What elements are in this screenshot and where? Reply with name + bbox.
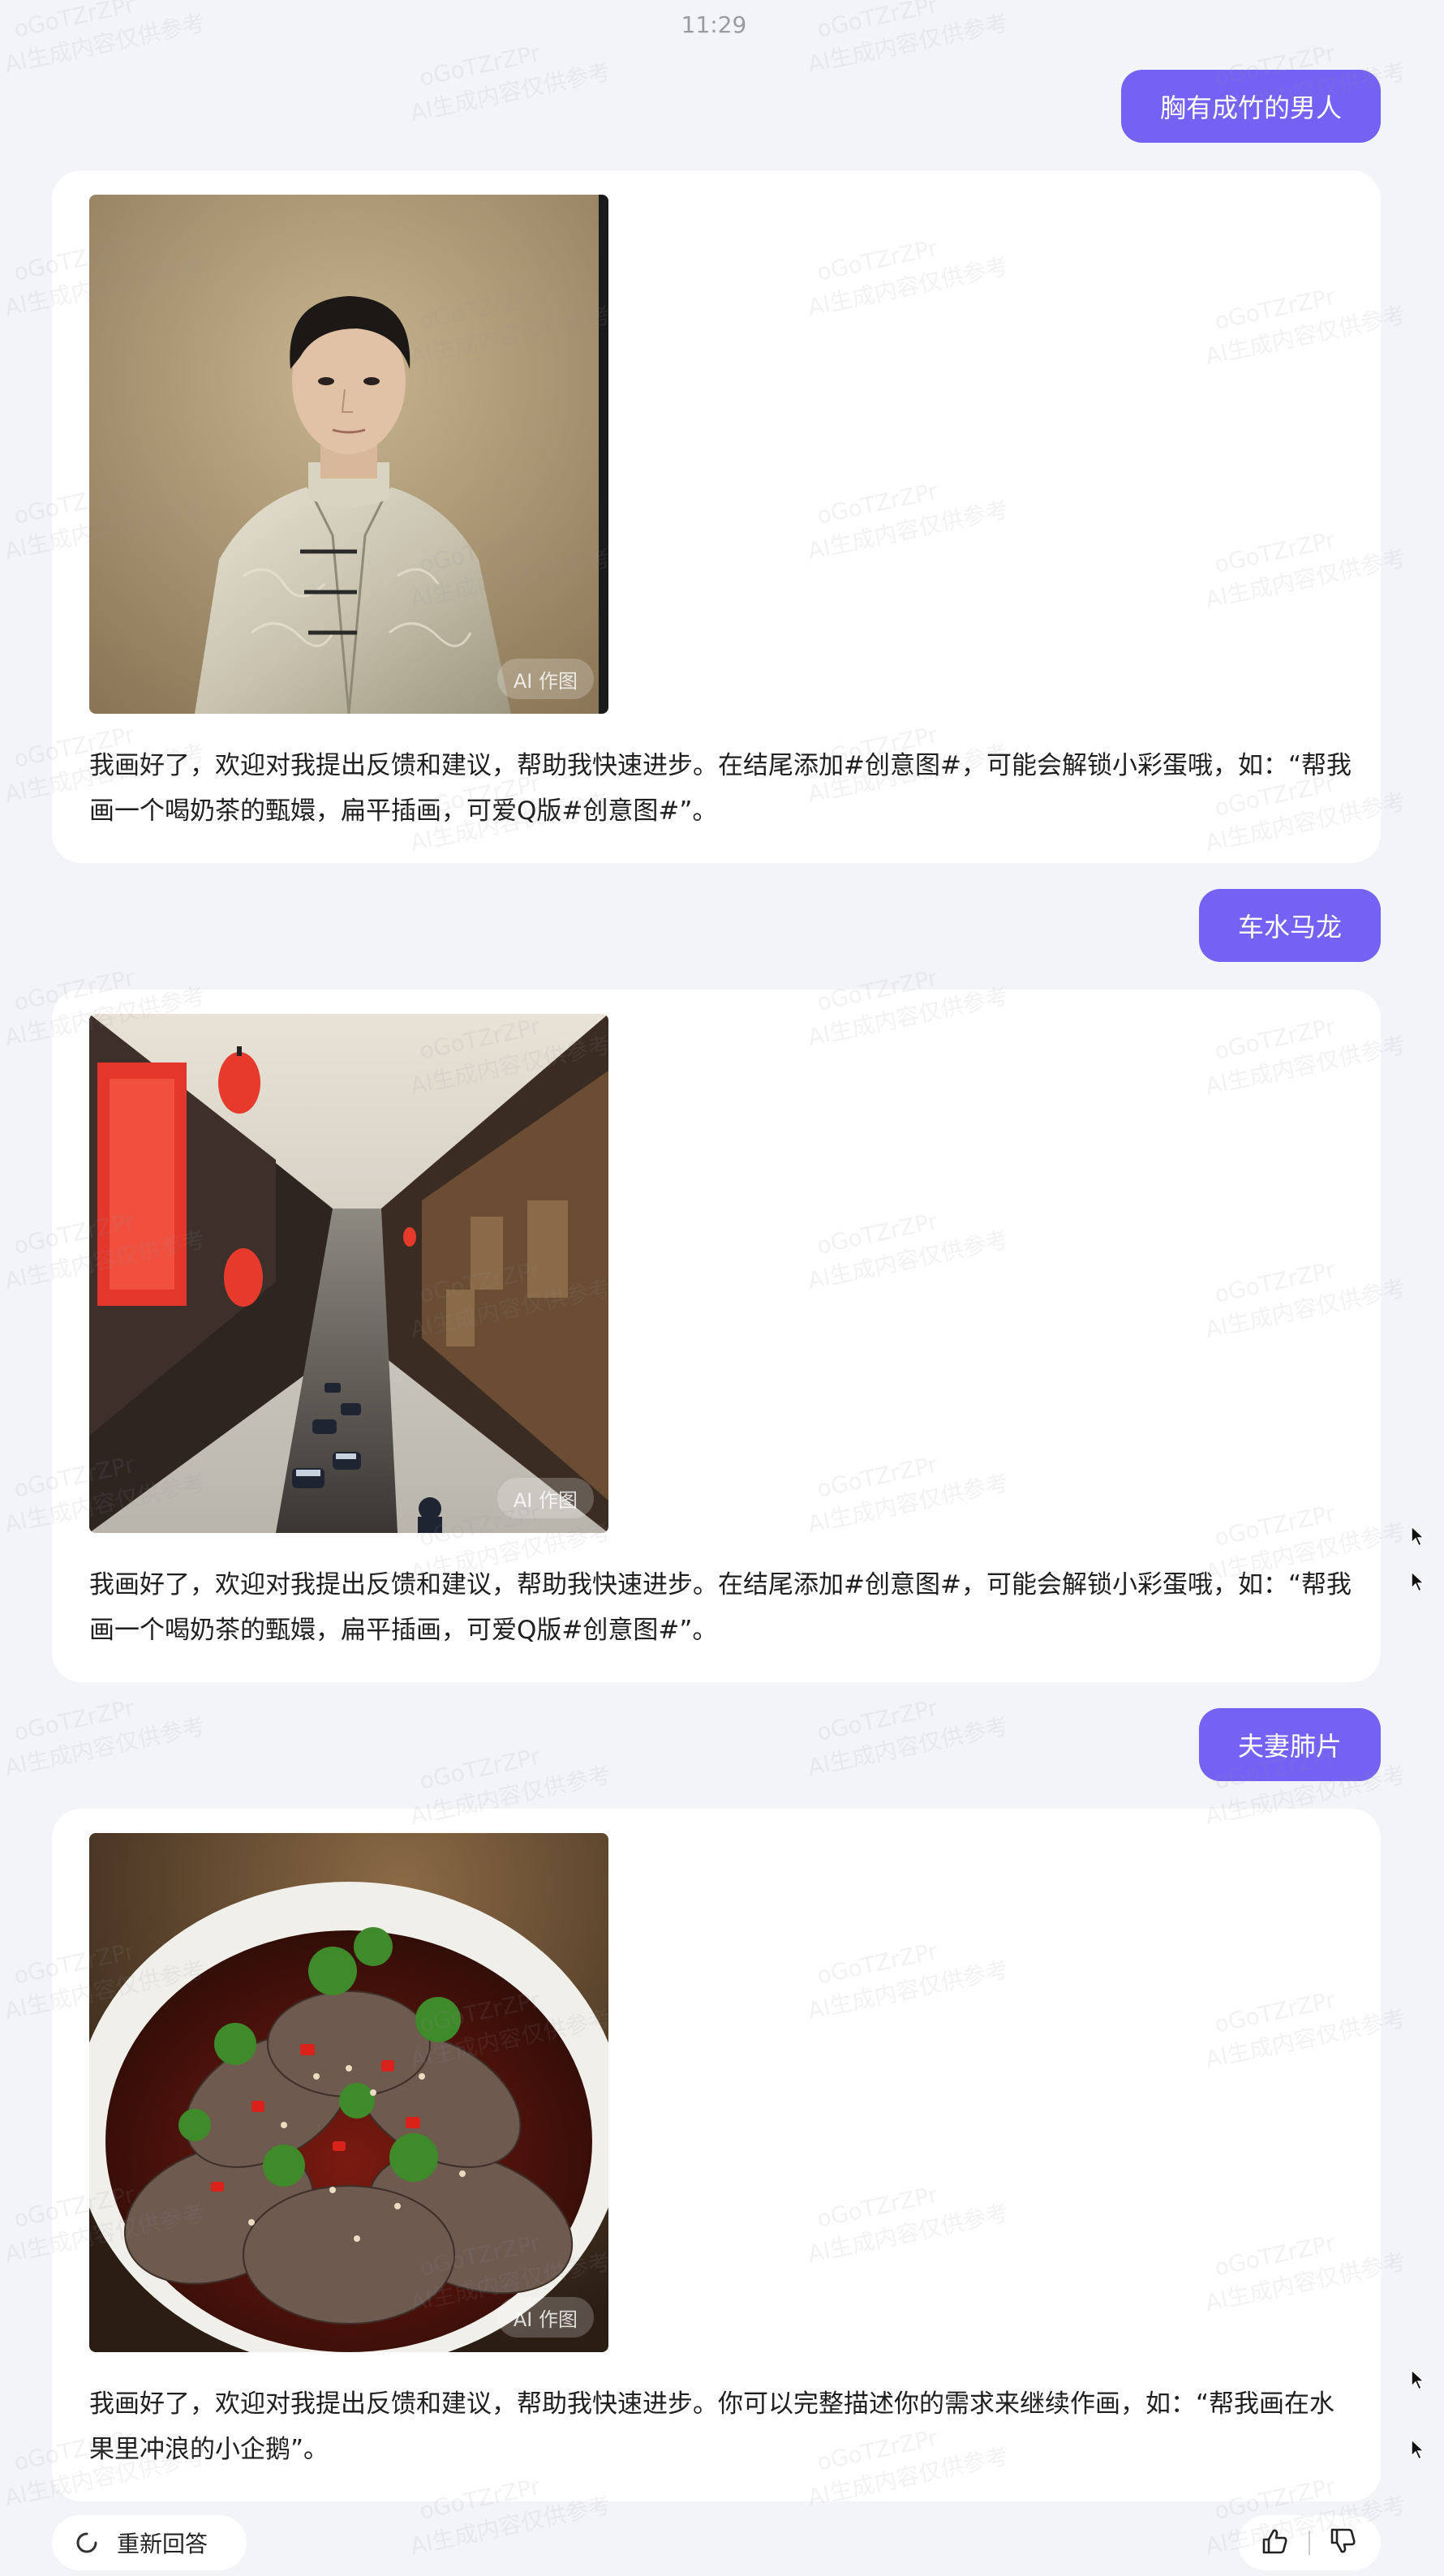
watermark-tile: oGoTZrZPrAI生成内容仅供参考 <box>806 1694 1011 1781</box>
status-time: 11:29 <box>681 11 747 38</box>
ai-generated-tag: AI 作图 <box>496 659 594 699</box>
watermark-code: oGoTZrZPr <box>11 1694 137 1746</box>
watermark-code: oGoTZrZPr <box>417 1743 543 1795</box>
user-message-bubble[interactable]: 夫妻肺片 <box>1198 1708 1381 1781</box>
watermark-tile: oGoTZrZPrAI生成内容仅供参考 <box>408 40 613 127</box>
assistant-reply-text: 我画好了，欢迎对我提出反馈和建议，帮助我快速进步。在结尾添加#创意图#，可能会解… <box>89 751 1352 826</box>
street-illustration <box>89 1014 608 1533</box>
assistant-reply-text: 我画好了，欢迎对我提出反馈和建议，帮助我快速进步。你可以完整描述你的需求来继续作… <box>89 2389 1335 2464</box>
thumbs-up-icon[interactable] <box>1261 2527 1290 2559</box>
cursor-arrow-icon <box>1411 2438 1425 2461</box>
assistant-reply-text: 我画好了，欢迎对我提出反馈和建议，帮助我快速进步。在结尾添加#创意图#，可能会解… <box>89 1570 1352 1645</box>
feedback-buttons <box>1238 2515 1381 2570</box>
generated-image[interactable]: AI 作图 <box>89 1014 608 1533</box>
assistant-response-card: AI 作图 我画好了，欢迎对我提出反馈和建议，帮助我快速进步。在结尾添加#创意图… <box>52 170 1381 863</box>
divider <box>1308 2531 1310 2555</box>
cursor-arrow-icon <box>1411 2368 1425 2391</box>
watermark-tile: oGoTZrZPrAI生成内容仅供参考 <box>2 1694 208 1781</box>
ai-generated-tag: AI 作图 <box>496 2297 594 2338</box>
regenerate-label: 重新回答 <box>117 2531 208 2557</box>
dish-illustration <box>89 1833 608 2352</box>
cursor-arrow-icon <box>1411 1570 1425 1593</box>
generated-image[interactable]: AI 作图 <box>89 195 608 714</box>
regenerate-button[interactable]: 重新回答 <box>52 2515 247 2570</box>
ai-generated-tag: AI 作图 <box>496 1478 594 1518</box>
portrait-illustration <box>89 195 608 714</box>
watermark-code: oGoTZrZPr <box>417 40 543 92</box>
user-message-bubble[interactable]: 车水马龙 <box>1198 889 1381 962</box>
watermark-text: AI生成内容仅供参考 <box>408 58 613 127</box>
watermark-text: AI生成内容仅供参考 <box>806 1712 1011 1781</box>
refresh-icon <box>76 2532 97 2553</box>
watermark-code: oGoTZrZPr <box>814 1694 940 1746</box>
assistant-response-card: AI 作图 我画好了，欢迎对我提出反馈和建议，帮助我快速进步。你可以完整描述你的… <box>52 1809 1381 2501</box>
thumbs-down-icon[interactable] <box>1329 2527 1358 2559</box>
assistant-response-card: AI 作图 我画好了，欢迎对我提出反馈和建议，帮助我快速进步。在结尾添加#创意图… <box>52 990 1381 1682</box>
cursor-arrow-icon <box>1411 1525 1425 1548</box>
generated-image[interactable]: AI 作图 <box>89 1833 608 2352</box>
response-action-bar: 重新回答 <box>0 2515 1444 2572</box>
user-message-bubble[interactable]: 胸有成竹的男人 <box>1120 70 1381 143</box>
watermark-text: AI生成内容仅供参考 <box>2 1712 208 1781</box>
